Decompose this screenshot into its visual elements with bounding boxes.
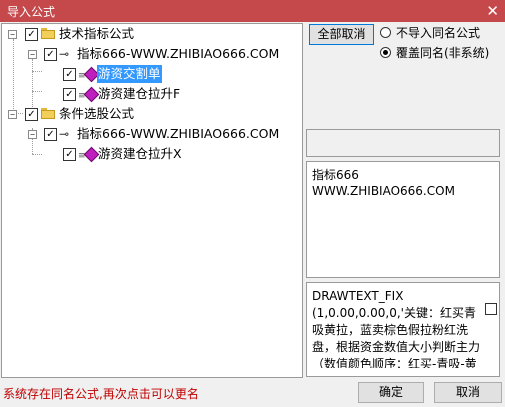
tree-checkbox[interactable]: ✓ — [25, 28, 38, 41]
tree-node-tech-formulas[interactable]: − ✓ 技术指标公式 — [2, 25, 302, 43]
formula-preview-text: DRAWTEXT_FIX (1,0.00,0.00,0,'关键：红买青吸黄拉，蓝… — [312, 289, 481, 368]
collapse-toggle[interactable]: − — [28, 50, 37, 59]
overwrite-same-name-radio[interactable] — [380, 47, 391, 58]
tree-node-label: 游资建仓拉升F — [98, 86, 181, 101]
tree-node-formula[interactable]: ✓ ≡ 游资建仓拉升X — [2, 145, 302, 163]
title-bar: 导入公式 ✕ — [0, 0, 505, 22]
folder-icon — [41, 28, 55, 39]
tree-node-label: 指标666-WWW.ZHIBIAO666.COM — [77, 46, 280, 61]
blank-field — [306, 129, 500, 157]
close-icon[interactable]: ✕ — [486, 1, 499, 21]
formula-preview-panel[interactable]: DRAWTEXT_FIX (1,0.00,0.00,0,'关键：红买青吸黄拉，蓝… — [306, 282, 500, 377]
folder-icon — [41, 108, 55, 119]
tree-node-label: 游资交割单 — [97, 65, 162, 83]
tree-checkbox[interactable]: ✓ — [44, 48, 57, 61]
tree-node-label: 游资建仓拉升X — [98, 146, 182, 161]
status-message: 系统存在同名公式,再次点击可以更名 — [3, 387, 199, 401]
key-icon: ⊸ — [59, 127, 70, 141]
tree-node-formula[interactable]: ✓ ≡ 游资交割单 — [2, 65, 302, 83]
skip-same-name-radio[interactable] — [380, 27, 391, 38]
collapse-toggle[interactable]: − — [8, 30, 17, 39]
cancel-button[interactable]: 取消 — [434, 382, 502, 403]
info-website: WWW.ZHIBIAO666.COM — [312, 184, 455, 198]
tree-checkbox[interactable]: ✓ — [44, 128, 57, 141]
tree-node-stock-selection-formulas[interactable]: − ✓ 条件选股公式 — [2, 105, 302, 123]
formula-gem-icon — [83, 86, 100, 103]
collapse-toggle[interactable]: − — [8, 110, 17, 119]
tree-checkbox[interactable]: ✓ — [63, 68, 76, 81]
preview-checkbox[interactable] — [485, 303, 497, 315]
tree-checkbox[interactable]: ✓ — [25, 108, 38, 121]
tree-checkbox[interactable]: ✓ — [63, 148, 76, 161]
formula-gem-icon — [83, 146, 100, 163]
formula-info-panel: 指标666 WWW.ZHIBIAO666.COM — [306, 161, 500, 278]
skip-same-name-label: 不导入同名公式 — [396, 26, 481, 40]
formula-tree[interactable]: − ✓ 技术指标公式 − ✓ ⊸ 指标666-WWW.ZHIBIAO666.CO… — [1, 23, 303, 378]
tree-node-label: 条件选股公式 — [59, 106, 135, 121]
cancel-all-button[interactable]: 全部取消 — [309, 24, 374, 45]
tree-node-label: 指标666-WWW.ZHIBIAO666.COM — [77, 126, 280, 141]
key-icon: ⊸ — [59, 47, 70, 61]
overwrite-same-name-label: 覆盖同名(非系统) — [396, 46, 490, 60]
tree-node-formula[interactable]: ✓ ≡ 游资建仓拉升F — [2, 85, 302, 103]
window-title: 导入公式 — [7, 5, 56, 19]
collapse-toggle[interactable]: − — [28, 130, 37, 139]
info-name: 指标666 — [312, 168, 359, 182]
tree-checkbox[interactable]: ✓ — [63, 88, 76, 101]
tree-node-group[interactable]: − ✓ ⊸ 指标666-WWW.ZHIBIAO666.COM — [2, 45, 302, 63]
ok-button[interactable]: 确定 — [358, 382, 424, 403]
tree-node-label: 技术指标公式 — [59, 26, 135, 41]
tree-node-group[interactable]: − ✓ ⊸ 指标666-WWW.ZHIBIAO666.COM — [2, 125, 302, 143]
